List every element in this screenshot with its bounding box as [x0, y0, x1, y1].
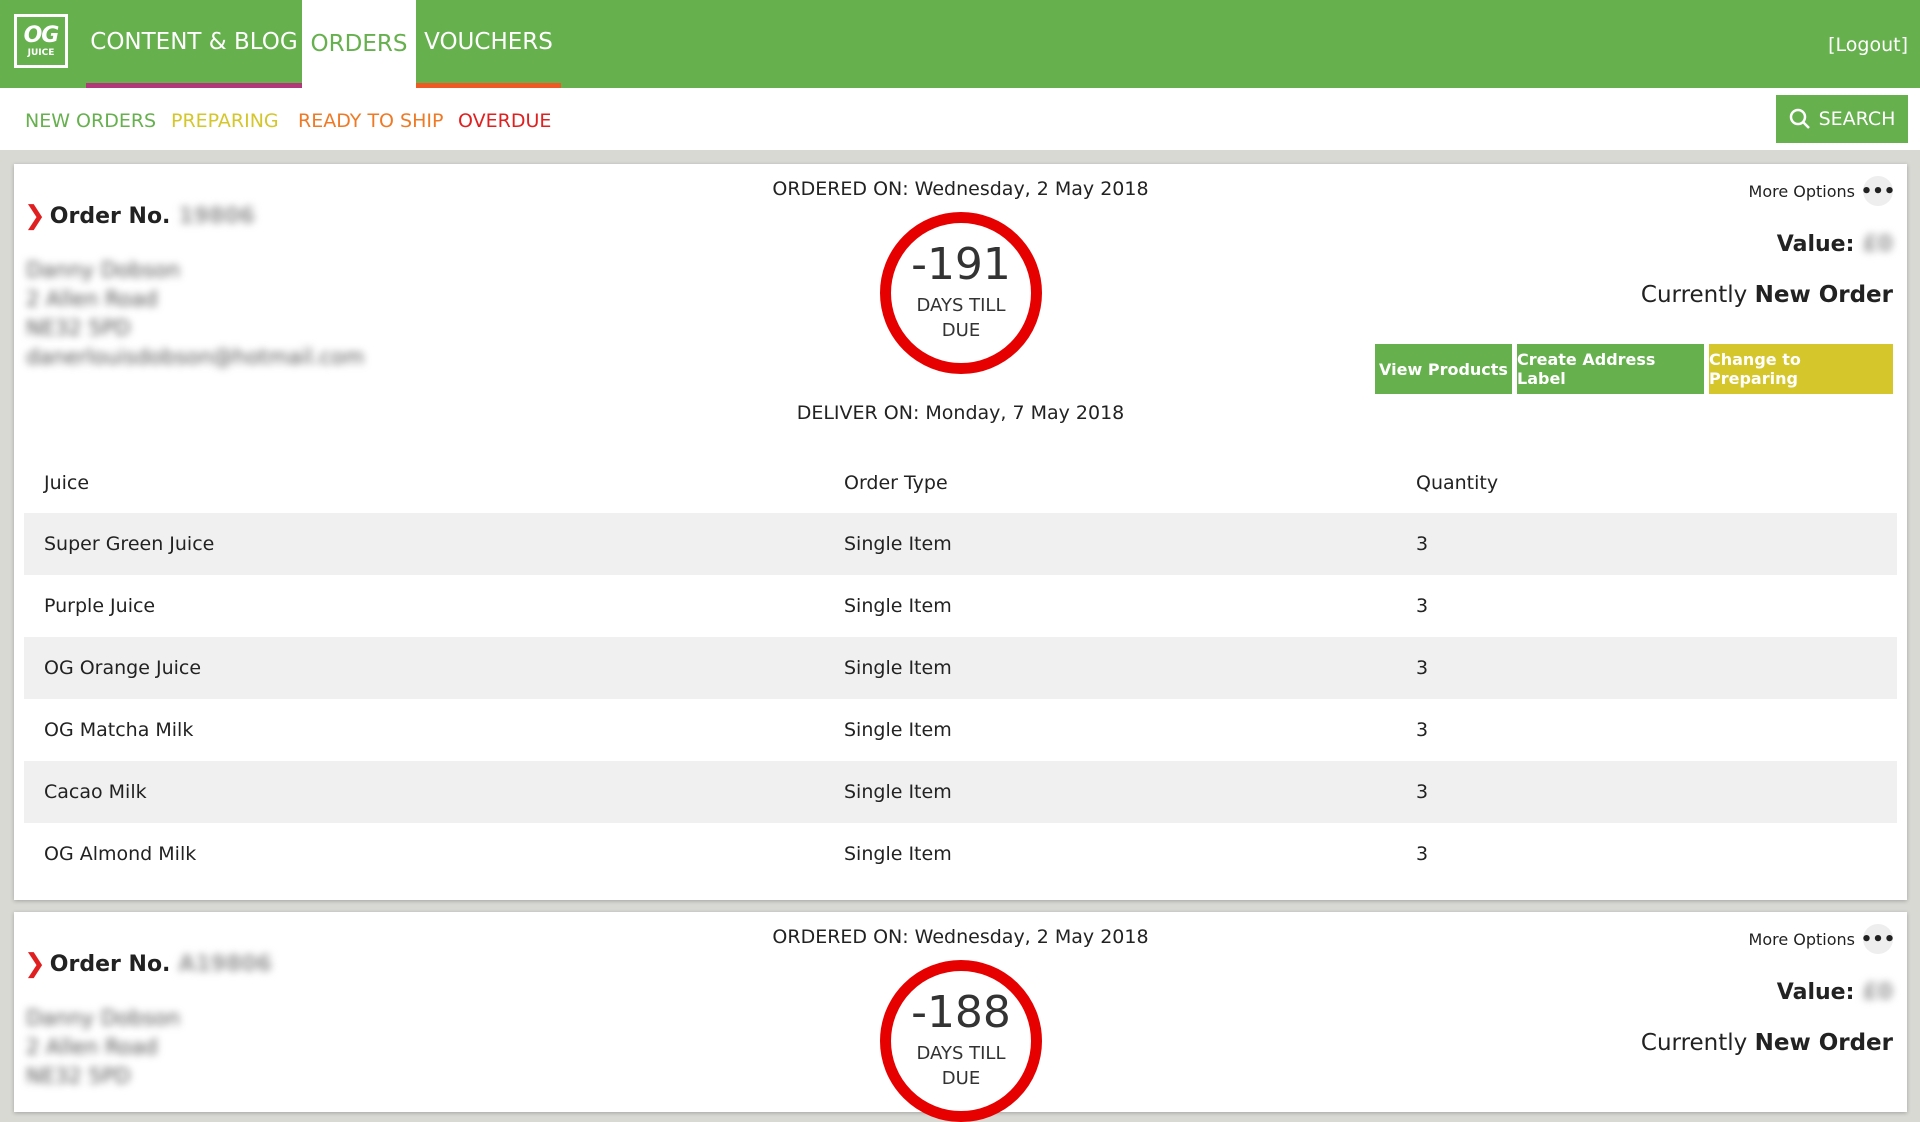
more-options-menu[interactable]: More Options •••: [1748, 176, 1895, 206]
chevron-right-icon[interactable]: ❯: [24, 949, 46, 979]
more-dots-icon[interactable]: •••: [1861, 176, 1895, 206]
top-navigation-bar: OG JUICE CONTENT & BLOG ORDERS VOUCHERS …: [0, 0, 1920, 88]
create-address-label-button[interactable]: Create Address Label: [1517, 344, 1704, 394]
tab-orders[interactable]: ORDERS: [302, 0, 416, 88]
customer-name: Danny Dobson: [26, 258, 181, 282]
chevron-right-icon[interactable]: ❯: [24, 201, 46, 231]
view-products-button[interactable]: View Products: [1375, 344, 1512, 394]
table-row: OG Matcha Milk Single Item 3: [24, 699, 1897, 761]
more-options-label: More Options: [1748, 181, 1855, 201]
days-till-due-indicator: -191 DAYS TILL DUE: [880, 212, 1042, 374]
cell-juice: Purple Juice: [44, 595, 156, 617]
order-number-label: Order No.: [49, 951, 171, 977]
more-dots-icon[interactable]: •••: [1861, 924, 1895, 954]
order-value-amount: £0: [1862, 232, 1893, 257]
days-till-due-indicator: -188 DAYS TILL DUE: [880, 960, 1042, 1122]
customer-address-line: 2 Allen Road: [26, 1035, 158, 1059]
days-till-due-label-line1: DAYS TILL: [916, 1043, 1006, 1064]
change-to-preparing-button[interactable]: Change to Preparing: [1709, 344, 1893, 394]
customer-address-line: 2 Allen Road: [26, 287, 158, 311]
subnav-preparing[interactable]: PREPARING: [171, 110, 279, 132]
logo-text-bottom: JUICE: [27, 47, 55, 58]
table-row: Purple Juice Single Item 3: [24, 575, 1897, 637]
cell-quantity: 3: [1416, 595, 1429, 617]
cell-order-type: Single Item: [844, 781, 952, 803]
cell-order-type: Single Item: [844, 719, 952, 741]
order-id: 19806: [178, 203, 255, 229]
deliver-on-date: DELIVER ON: Monday, 7 May 2018: [796, 402, 1125, 424]
order-value-amount: £0: [1862, 980, 1893, 1005]
more-options-label: More Options: [1748, 929, 1855, 949]
table-row: Super Green Juice Single Item 3: [24, 513, 1897, 575]
order-number[interactable]: ❯ Order No. 19806: [24, 201, 255, 231]
order-status-subnav: NEW ORDERS PREPARING READY TO SHIP OVERD…: [0, 88, 1920, 150]
table-row: Cacao Milk Single Item 3: [24, 761, 1897, 823]
cell-juice: Super Green Juice: [44, 533, 215, 555]
order-id: A19806: [178, 951, 272, 977]
cell-order-type: Single Item: [844, 595, 952, 617]
order-value: Value: £0: [1777, 980, 1893, 1005]
cell-quantity: 3: [1416, 533, 1429, 555]
ordered-on-date: ORDERED ON: Wednesday, 2 May 2018: [772, 926, 1149, 948]
customer-name: Danny Dobson: [26, 1006, 181, 1030]
order-value: Value: £0: [1777, 232, 1893, 257]
order-items-table: Juice Order Type Quantity Super Green Ju…: [24, 453, 1897, 885]
cell-order-type: Single Item: [844, 657, 952, 679]
cell-quantity: 3: [1416, 843, 1429, 865]
days-till-due-label-line2: DUE: [941, 1068, 981, 1089]
customer-postcode: NE32 5PD: [26, 316, 131, 340]
cell-order-type: Single Item: [844, 843, 952, 865]
order-number[interactable]: ❯ Order No. A19806: [24, 949, 272, 979]
order-value-label: Value:: [1776, 232, 1855, 257]
order-number-label: Order No.: [49, 203, 171, 229]
more-options-menu[interactable]: More Options •••: [1748, 924, 1895, 954]
search-button-label: SEARCH: [1818, 108, 1896, 130]
customer-email: danerlouisdobson@hotmail.com: [26, 345, 365, 369]
order-status-prefix: Currently: [1640, 1030, 1748, 1056]
cell-juice: OG Almond Milk: [44, 843, 197, 865]
order-card: ORDERED ON: Wednesday, 2 May 2018 ❯ Orde…: [14, 912, 1907, 1122]
search-button[interactable]: SEARCH: [1776, 95, 1908, 143]
og-juice-logo[interactable]: OG JUICE: [14, 14, 68, 68]
subnav-overdue[interactable]: OVERDUE: [458, 110, 551, 132]
days-till-due-label-line1: DAYS TILL: [916, 295, 1006, 316]
cell-quantity: 3: [1416, 781, 1429, 803]
days-till-due-value: -188: [911, 987, 1011, 1038]
column-header-quantity: Quantity: [1416, 472, 1499, 494]
order-card: ORDERED ON: Wednesday, 2 May 2018 ❯ Orde…: [14, 164, 1907, 900]
order-status: Currently New Order: [1641, 1030, 1893, 1056]
ordered-on-date: ORDERED ON: Wednesday, 2 May 2018: [772, 178, 1149, 200]
subnav-ready-to-ship[interactable]: READY TO SHIP: [298, 110, 443, 132]
customer-details: Danny Dobson 2 Allen Road NE32 5PD daner…: [26, 256, 364, 372]
order-value-label: Value:: [1776, 980, 1855, 1005]
column-header-juice: Juice: [44, 472, 90, 494]
order-actions: View Products Create Address Label Chang…: [1375, 344, 1893, 394]
customer-postcode: NE32 5PD: [26, 1064, 131, 1088]
cell-order-type: Single Item: [844, 533, 952, 555]
cell-quantity: 3: [1416, 657, 1429, 679]
order-status-value: New Order: [1754, 1030, 1893, 1056]
days-till-due-label: DAYS TILL DUE: [891, 293, 1031, 343]
days-till-due-label-line2: DUE: [941, 320, 981, 341]
order-status-value: New Order: [1754, 282, 1893, 308]
table-row: OG Orange Juice Single Item 3: [24, 637, 1897, 699]
subnav-new-orders[interactable]: NEW ORDERS: [25, 110, 156, 132]
cell-quantity: 3: [1416, 719, 1429, 741]
cell-juice: Cacao Milk: [44, 781, 147, 803]
table-header-row: Juice Order Type Quantity: [24, 453, 1897, 513]
customer-details: Danny Dobson 2 Allen Road NE32 5PD: [26, 1004, 180, 1091]
logout-link[interactable]: [Logout]: [1828, 34, 1908, 56]
cell-juice: OG Matcha Milk: [44, 719, 194, 741]
table-row: OG Almond Milk Single Item 3: [24, 823, 1897, 885]
order-status-prefix: Currently: [1640, 282, 1748, 308]
logo-text-top: OG: [23, 22, 60, 48]
cell-juice: OG Orange Juice: [44, 657, 202, 679]
days-till-due-value: -191: [911, 239, 1011, 290]
search-icon: [1789, 108, 1810, 129]
column-header-order-type: Order Type: [844, 472, 948, 494]
tab-content-blog[interactable]: CONTENT & BLOG: [86, 0, 302, 88]
days-till-due-label: DAYS TILL DUE: [891, 1041, 1031, 1091]
tab-vouchers[interactable]: VOUCHERS: [416, 0, 561, 88]
order-status: Currently New Order: [1641, 282, 1893, 308]
